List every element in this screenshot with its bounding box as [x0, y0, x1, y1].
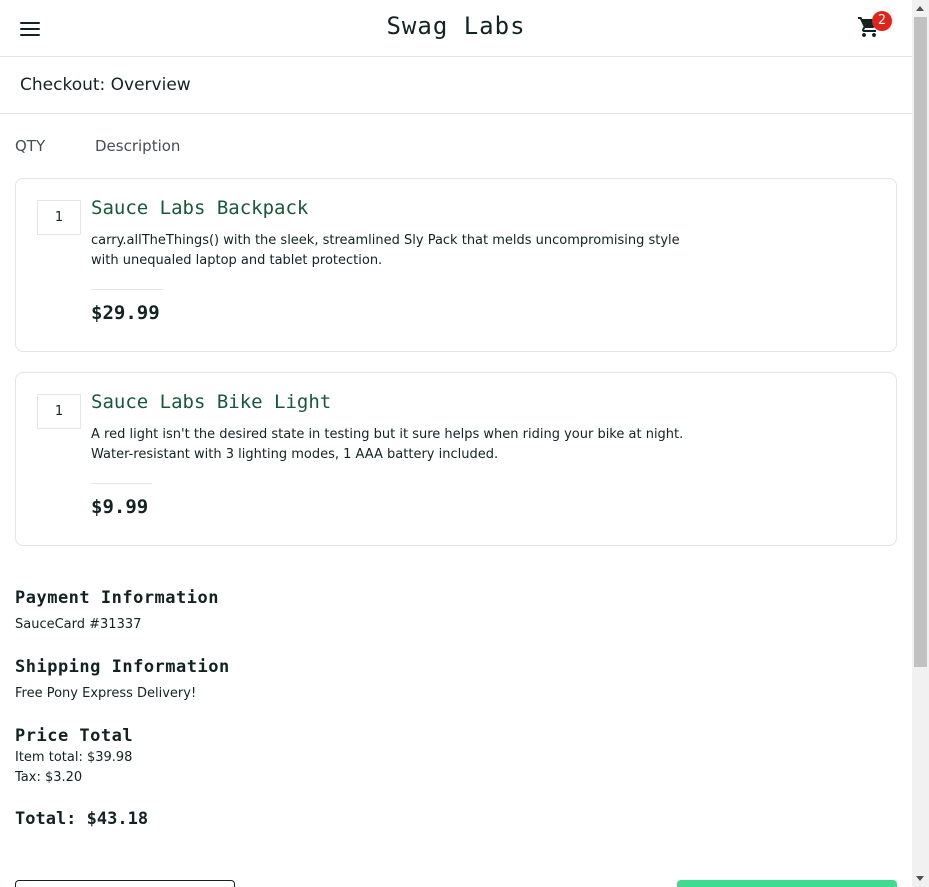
scrollbar-thumb[interactable]: [914, 17, 927, 667]
primary-header: Swag Labs 2: [0, 0, 912, 57]
cart-item: 1 Sauce Labs Backpack carry.allTheThings…: [15, 178, 897, 352]
app-logo: Swag Labs: [386, 12, 526, 40]
item-quantity: 1: [37, 394, 81, 429]
cart-badge: 2: [872, 11, 892, 31]
cancel-button[interactable]: [15, 880, 235, 887]
vertical-scrollbar[interactable]: [912, 0, 929, 887]
cart-item: 1 Sauce Labs Bike Light A red light isn'…: [15, 372, 897, 546]
shipping-info-label: Shipping Information: [15, 657, 230, 677]
total-value: Total: $43.18: [15, 809, 149, 829]
description-column-label: Description: [95, 137, 181, 155]
scroll-down-arrow-icon[interactable]: [912, 870, 929, 887]
item-name-link[interactable]: Sauce Labs Bike Light: [91, 391, 331, 413]
item-divider: [91, 289, 163, 290]
item-total-value: Item total: $39.98: [15, 750, 133, 765]
item-description: A red light isn't the desired state in t…: [91, 427, 684, 462]
secondary-header: Checkout: Overview: [0, 57, 912, 114]
scroll-up-arrow-icon[interactable]: [912, 0, 929, 17]
page-title: Checkout: Overview: [20, 75, 191, 95]
shipping-info-value: Free Pony Express Delivery!: [15, 686, 197, 701]
price-total-label: Price Total: [15, 726, 134, 746]
payment-info-label: Payment Information: [15, 588, 219, 608]
tax-value: Tax: $3.20: [15, 770, 83, 785]
qty-column-label: QTY: [15, 137, 46, 155]
item-name-link[interactable]: Sauce Labs Backpack: [91, 197, 308, 219]
item-divider: [91, 483, 152, 484]
item-price: $9.99: [91, 496, 149, 518]
checkout-overview-page: Swag Labs 2 Checkout: Overview QTY Descr…: [0, 0, 912, 887]
item-description: carry.allTheThings() with the sleek, str…: [91, 233, 680, 268]
item-quantity: 1: [37, 200, 81, 235]
finish-button[interactable]: [677, 880, 897, 887]
item-price: $29.99: [91, 302, 160, 324]
payment-info-value: SauceCard #31337: [15, 617, 142, 632]
